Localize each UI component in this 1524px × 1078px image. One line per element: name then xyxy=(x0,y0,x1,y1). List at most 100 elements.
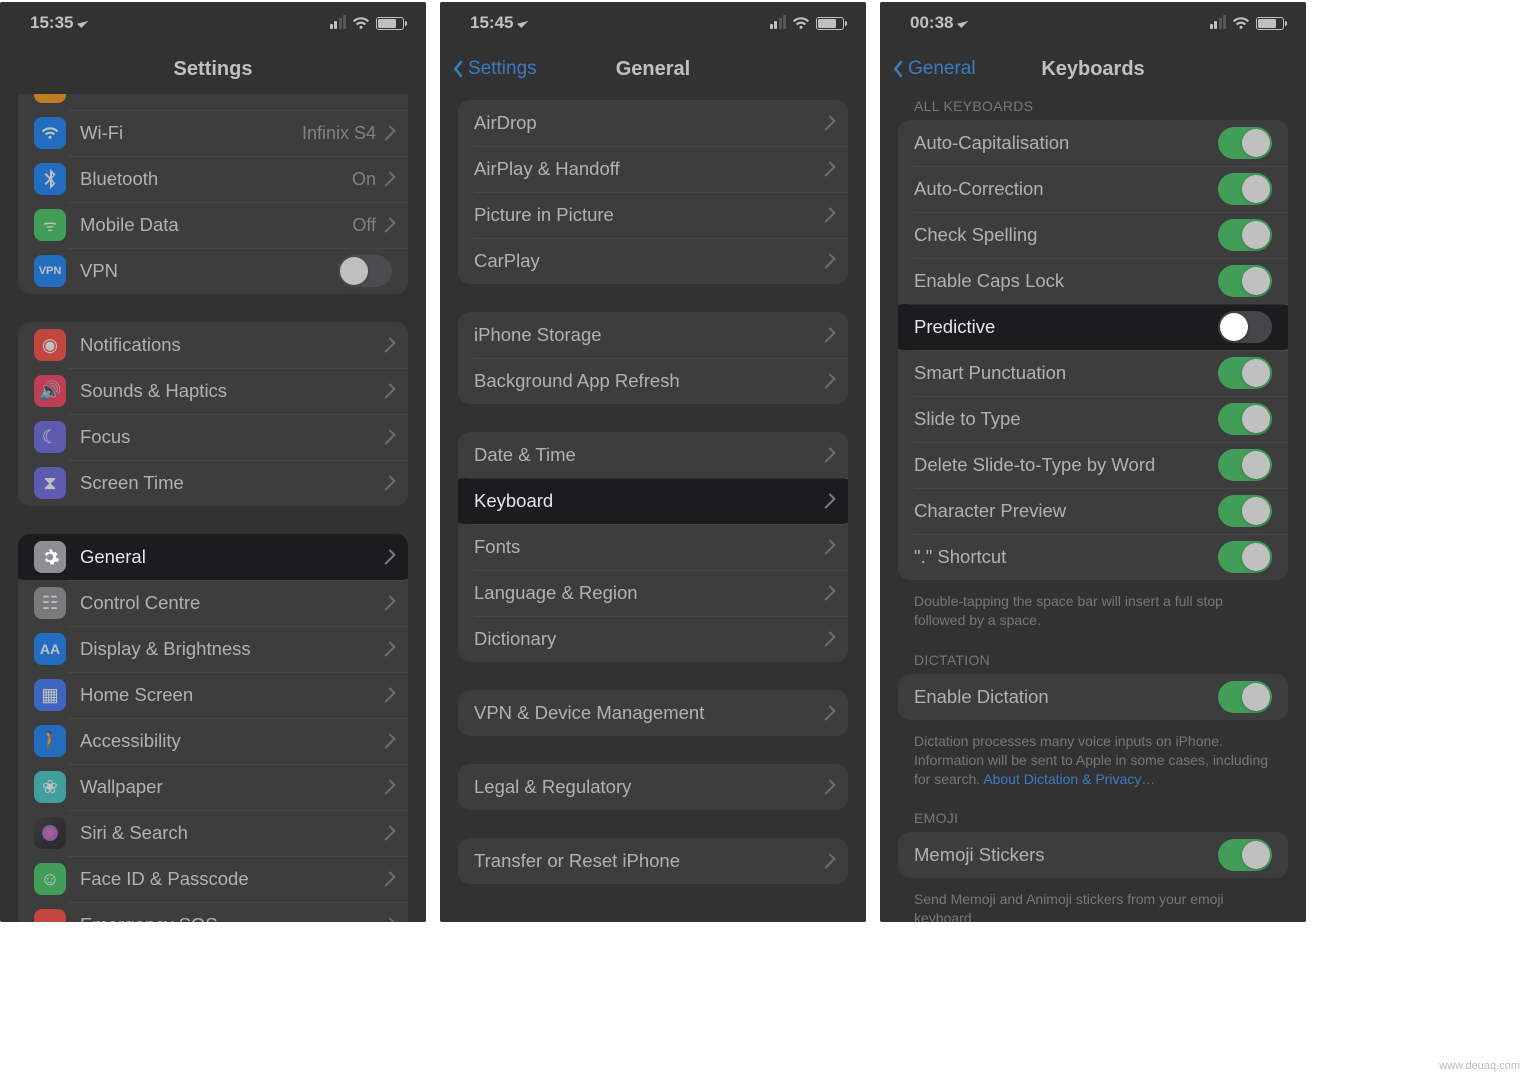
general-group-3: Date & Time Keyboard Fonts Language & Re… xyxy=(458,432,848,662)
vpn-toggle[interactable] xyxy=(338,255,392,287)
chevron-left-icon xyxy=(890,58,904,80)
keyboard-toggles-group: Auto-Capitalisation Auto-Correction Chec… xyxy=(898,120,1288,580)
section-header-all-keyboards: ALL KEYBOARDS xyxy=(880,94,1306,120)
notifications-row[interactable]: ◉ Notifications xyxy=(18,322,408,368)
predictive-toggle[interactable] xyxy=(1218,311,1272,343)
shortcut-toggle[interactable] xyxy=(1218,541,1272,573)
wifi-icon xyxy=(352,16,370,30)
watermark: www.deuaq.com xyxy=(1439,1060,1520,1072)
bluetooth-icon xyxy=(34,163,66,195)
speaker-icon: 🔊 xyxy=(34,375,66,407)
keyboard-row[interactable]: Keyboard xyxy=(458,478,848,524)
wifi-row[interactable]: Wi-Fi Infinix S4 xyxy=(18,110,408,156)
dictation-privacy-link[interactable]: About Dictation & Privacy… xyxy=(983,771,1155,787)
char-preview-row[interactable]: Character Preview xyxy=(898,488,1288,534)
delete-slide-row[interactable]: Delete Slide-to-Type by Word xyxy=(898,442,1288,488)
status-bar: 15:45 xyxy=(440,2,866,44)
siri-icon xyxy=(34,817,66,849)
general-group-4: VPN & Device Management xyxy=(458,690,848,736)
slide-type-toggle[interactable] xyxy=(1218,403,1272,435)
airdrop-row[interactable]: AirDrop xyxy=(458,100,848,146)
bluetooth-row[interactable]: Bluetooth On xyxy=(18,156,408,202)
focus-label: Focus xyxy=(80,426,384,448)
wifi-label: Wi-Fi xyxy=(80,122,302,144)
enable-dictation-row[interactable]: Enable Dictation xyxy=(898,674,1288,720)
screenshot-settings: 15:35 Settings Wi-Fi Infinix S4 xyxy=(0,2,426,922)
nav-bar: General Keyboards xyxy=(880,44,1306,94)
mobile-data-row[interactable]: ᯤ Mobile Data Off xyxy=(18,202,408,248)
siri-row[interactable]: Siri & Search xyxy=(18,810,408,856)
bell-icon: ◉ xyxy=(34,329,66,361)
battery-icon xyxy=(376,17,404,30)
vpn-row[interactable]: VPN VPN xyxy=(18,248,408,294)
chevron-right-icon xyxy=(380,171,396,187)
wallpaper-row[interactable]: ❀ Wallpaper xyxy=(18,764,408,810)
chevron-left-icon xyxy=(450,58,464,80)
char-preview-toggle[interactable] xyxy=(1218,495,1272,527)
legal-row[interactable]: Legal & Regulatory xyxy=(458,764,848,810)
predictive-row[interactable]: Predictive xyxy=(898,304,1288,350)
caps-lock-row[interactable]: Enable Caps Lock xyxy=(898,258,1288,304)
display-label: Display & Brightness xyxy=(80,638,384,660)
auto-correct-row[interactable]: Auto-Correction xyxy=(898,166,1288,212)
back-button[interactable]: Settings xyxy=(450,58,537,80)
faceid-row[interactable]: ☺ Face ID & Passcode xyxy=(18,856,408,902)
gear-icon xyxy=(34,541,66,573)
section-footer-memoji: Send Memoji and Animoji stickers from yo… xyxy=(880,882,1306,922)
language-row[interactable]: Language & Region xyxy=(458,570,848,616)
fonts-row[interactable]: Fonts xyxy=(458,524,848,570)
check-spelling-row[interactable]: Check Spelling xyxy=(898,212,1288,258)
check-spelling-toggle[interactable] xyxy=(1218,219,1272,251)
vpn-device-row[interactable]: VPN & Device Management xyxy=(458,690,848,736)
section-footer-dictation: Dictation processes many voice inputs on… xyxy=(880,724,1306,807)
airplay-row[interactable]: AirPlay & Handoff xyxy=(458,146,848,192)
cellular-signal-icon xyxy=(770,17,787,29)
back-label: Settings xyxy=(468,58,537,80)
status-time: 15:45 xyxy=(470,13,513,33)
vpn-label: VPN xyxy=(80,260,338,282)
date-time-row[interactable]: Date & Time xyxy=(458,432,848,478)
sounds-row[interactable]: 🔊 Sounds & Haptics xyxy=(18,368,408,414)
storage-row[interactable]: iPhone Storage xyxy=(458,312,848,358)
emergency-row[interactable]: Emergency SOS xyxy=(18,902,408,922)
notifications-group: ◉ Notifications 🔊 Sounds & Haptics ☾ Foc… xyxy=(18,322,408,506)
mobile-data-label: Mobile Data xyxy=(80,214,352,236)
faceid-label: Face ID & Passcode xyxy=(80,868,384,890)
control-centre-row[interactable]: ☷ Control Centre xyxy=(18,580,408,626)
dictation-toggle[interactable] xyxy=(1218,681,1272,713)
bluetooth-label: Bluetooth xyxy=(80,168,352,190)
memoji-toggle[interactable] xyxy=(1218,839,1272,871)
pip-row[interactable]: Picture in Picture xyxy=(458,192,848,238)
dictionary-row[interactable]: Dictionary xyxy=(458,616,848,662)
slide-type-row[interactable]: Slide to Type xyxy=(898,396,1288,442)
carplay-row[interactable]: CarPlay xyxy=(458,238,848,284)
accessibility-row[interactable]: 🚶 Accessibility xyxy=(18,718,408,764)
transfer-reset-row[interactable]: Transfer or Reset iPhone xyxy=(458,838,848,884)
delete-slide-toggle[interactable] xyxy=(1218,449,1272,481)
chevron-right-icon xyxy=(380,217,396,233)
location-icon xyxy=(958,17,969,28)
focus-row[interactable]: ☾ Focus xyxy=(18,414,408,460)
page-title: Settings xyxy=(174,58,253,81)
general-row[interactable]: General xyxy=(18,534,408,580)
background-refresh-row[interactable]: Background App Refresh xyxy=(458,358,848,404)
grid-icon: ▦ xyxy=(34,679,66,711)
dictation-group: Enable Dictation xyxy=(898,674,1288,720)
display-row[interactable]: AA Display & Brightness xyxy=(18,626,408,672)
screen-time-row[interactable]: ⧗ Screen Time xyxy=(18,460,408,506)
status-time: 15:35 xyxy=(30,13,73,33)
auto-correct-toggle[interactable] xyxy=(1218,173,1272,205)
general-group-6: Transfer or Reset iPhone xyxy=(458,838,848,884)
smart-punct-toggle[interactable] xyxy=(1218,357,1272,389)
general-group-5: Legal & Regulatory xyxy=(458,764,848,810)
memoji-row[interactable]: Memoji Stickers xyxy=(898,832,1288,878)
shortcut-row[interactable]: "." Shortcut xyxy=(898,534,1288,580)
auto-cap-toggle[interactable] xyxy=(1218,127,1272,159)
smart-punct-row[interactable]: Smart Punctuation xyxy=(898,350,1288,396)
back-button[interactable]: General xyxy=(890,58,976,80)
caps-lock-toggle[interactable] xyxy=(1218,265,1272,297)
page-title: Keyboards xyxy=(1041,58,1144,81)
general-group: General ☷ Control Centre AA Display & Br… xyxy=(18,534,408,922)
home-screen-row[interactable]: ▦ Home Screen xyxy=(18,672,408,718)
auto-cap-row[interactable]: Auto-Capitalisation xyxy=(898,120,1288,166)
